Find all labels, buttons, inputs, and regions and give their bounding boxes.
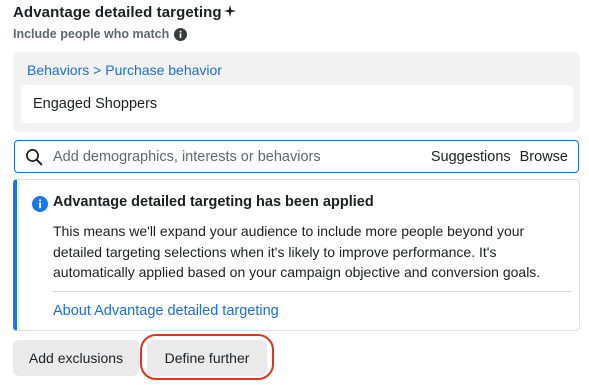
advantage-notice: Advantage detailed targeting has been ap… bbox=[13, 179, 580, 331]
add-exclusions-button[interactable]: Add exclusions bbox=[13, 340, 139, 376]
sparkle-icon bbox=[223, 4, 236, 17]
section-title: Advantage detailed targeting bbox=[13, 4, 222, 21]
breadcrumb-separator: > bbox=[89, 62, 106, 78]
targeting-search-box[interactable]: Suggestions Browse bbox=[14, 140, 579, 173]
highlight-annotation bbox=[140, 334, 274, 380]
selected-targeting-label: Engaged Shoppers bbox=[33, 96, 158, 112]
notice-divider bbox=[53, 291, 571, 292]
section-subtitle: Include people who match bbox=[13, 27, 170, 41]
breadcrumb-child[interactable]: Purchase behavior bbox=[105, 62, 222, 78]
selected-targeting-item[interactable]: Engaged Shoppers bbox=[21, 85, 573, 123]
breadcrumb: Behaviors > Purchase behavior bbox=[27, 62, 222, 78]
search-input[interactable] bbox=[53, 148, 423, 165]
about-advantage-link[interactable]: About Advantage detailed targeting bbox=[53, 303, 279, 319]
selected-targeting-box: Behaviors > Purchase behavior Engaged Sh… bbox=[13, 52, 580, 132]
notice-title: Advantage detailed targeting has been ap… bbox=[53, 194, 374, 210]
browse-link[interactable]: Browse bbox=[520, 149, 568, 165]
title-row: Advantage detailed targeting bbox=[13, 4, 236, 21]
breadcrumb-parent[interactable]: Behaviors bbox=[27, 62, 89, 78]
info-icon bbox=[32, 196, 48, 212]
search-icon bbox=[26, 148, 43, 165]
notice-body: This means we'll expand your audience to… bbox=[53, 223, 541, 280]
info-icon[interactable] bbox=[174, 27, 188, 41]
detailed-targeting-panel: Advantage detailed targeting Include peo… bbox=[0, 0, 589, 385]
subtitle-row: Include people who match bbox=[13, 27, 188, 41]
suggestions-link[interactable]: Suggestions bbox=[431, 149, 511, 165]
